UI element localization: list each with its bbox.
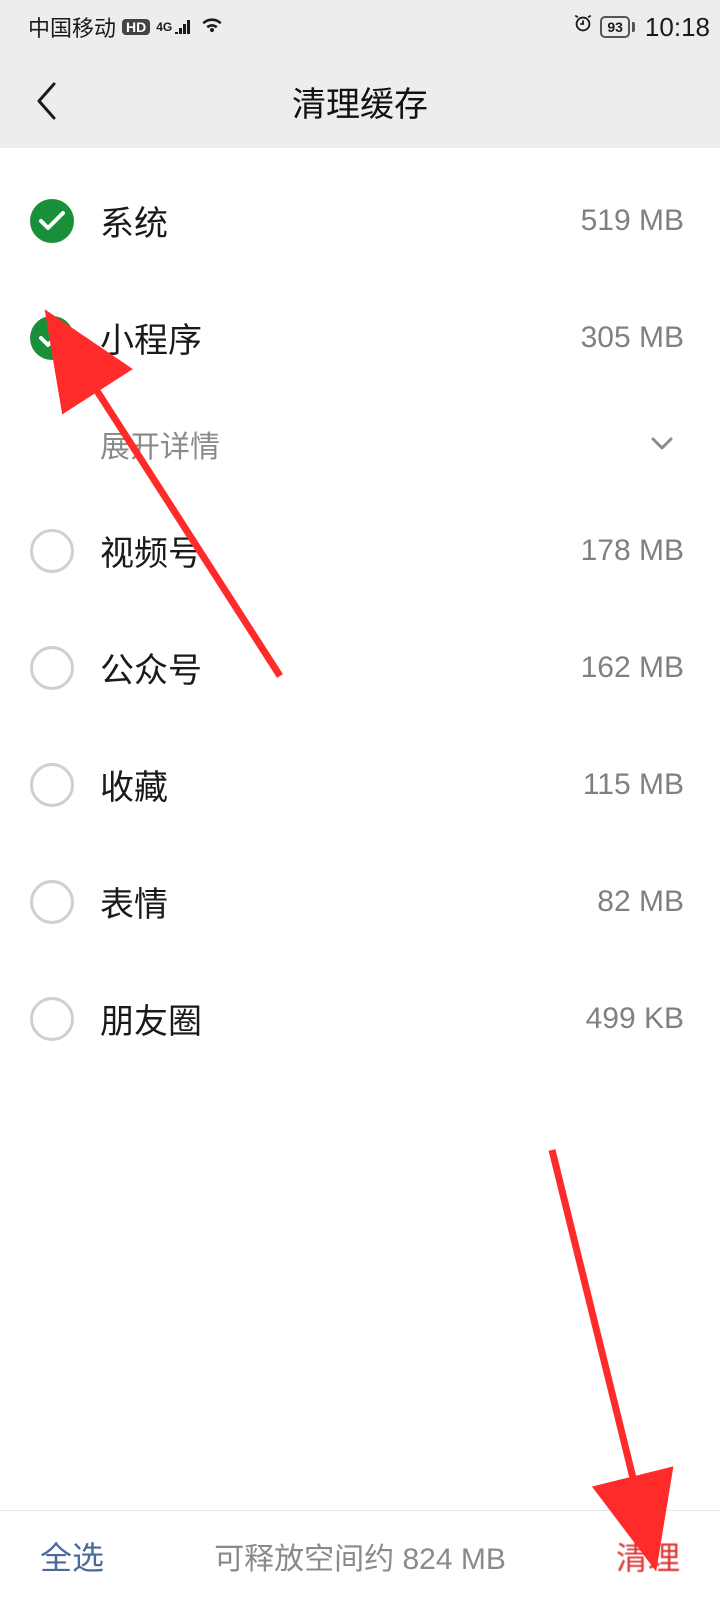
checkbox-checked-icon[interactable]	[30, 316, 74, 360]
cache-row-size: 305 MB	[581, 321, 684, 355]
cache-row-label: 小程序	[100, 313, 581, 362]
cache-row-favorites[interactable]: 收藏 115 MB	[0, 726, 720, 843]
checkbox-unchecked-icon[interactable]	[30, 997, 74, 1041]
cache-list: 系统 519 MB 小程序 305 MB 展开详情 视频号 178 MB 公众号…	[0, 148, 720, 1510]
cache-row-label: 表情	[100, 877, 597, 926]
checkbox-unchecked-icon[interactable]	[30, 880, 74, 924]
cache-row-size: 82 MB	[597, 885, 684, 919]
checkbox-checked-icon[interactable]	[30, 199, 74, 243]
alarm-icon	[572, 13, 594, 41]
signal-icon	[174, 14, 194, 40]
expand-details-label: 展开详情	[100, 422, 650, 466]
select-all-button[interactable]: 全选	[40, 1533, 104, 1579]
cache-row-label: 系统	[100, 196, 581, 245]
status-bar: 中国移动 HD 4G 93 10:18	[0, 0, 720, 54]
checkbox-unchecked-icon[interactable]	[30, 763, 74, 807]
battery-cap-icon	[632, 22, 635, 32]
checkbox-unchecked-icon[interactable]	[30, 529, 74, 573]
cache-row-official[interactable]: 公众号 162 MB	[0, 609, 720, 726]
carrier-label: 中国移动	[28, 11, 116, 43]
cache-row-system[interactable]: 系统 519 MB	[0, 162, 720, 279]
cache-row-size: 162 MB	[581, 651, 684, 685]
cache-row-label: 公众号	[100, 643, 581, 692]
cache-row-label: 收藏	[100, 760, 583, 809]
cache-row-moments[interactable]: 朋友圈 499 KB	[0, 960, 720, 1077]
battery-percent: 93	[607, 19, 623, 35]
cache-row-size: 115 MB	[583, 768, 684, 802]
wifi-icon	[200, 14, 224, 40]
clear-button[interactable]: 清理	[616, 1533, 680, 1579]
cache-row-size: 519 MB	[581, 204, 684, 238]
cache-row-stickers[interactable]: 表情 82 MB	[0, 843, 720, 960]
page-header: 清理缓存	[0, 54, 720, 148]
cache-row-channels[interactable]: 视频号 178 MB	[0, 492, 720, 609]
clock-label: 10:18	[645, 12, 710, 43]
hd-badge: HD	[122, 19, 150, 35]
battery-icon: 93	[600, 16, 630, 38]
page-title: 清理缓存	[0, 77, 720, 126]
freeable-space-label: 可释放空间约 824 MB	[104, 1534, 616, 1578]
cache-row-size: 178 MB	[581, 534, 684, 568]
cache-row-size: 499 KB	[586, 1002, 684, 1036]
back-button[interactable]	[20, 75, 72, 127]
footer-bar: 全选 可释放空间约 824 MB 清理	[0, 1510, 720, 1600]
cache-row-miniprogram[interactable]: 小程序 305 MB	[0, 279, 720, 396]
chevron-left-icon	[35, 82, 57, 120]
checkbox-unchecked-icon[interactable]	[30, 646, 74, 690]
expand-details-button[interactable]: 展开详情	[0, 396, 720, 492]
cache-row-label: 视频号	[100, 526, 581, 575]
network-4g-label: 4G	[156, 21, 172, 33]
cache-row-label: 朋友圈	[100, 994, 586, 1043]
chevron-down-icon	[650, 432, 674, 456]
